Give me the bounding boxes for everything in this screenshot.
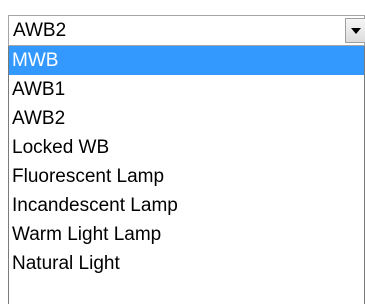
option-incandescent-lamp[interactable]: Incandescent Lamp bbox=[9, 191, 364, 220]
option-natural-light[interactable]: Natural Light bbox=[9, 249, 364, 278]
option-mwb[interactable]: MWB bbox=[9, 46, 364, 75]
dropdown-options-list: MWB AWB1 AWB2 Locked WB Fluorescent Lamp… bbox=[8, 46, 365, 304]
option-fluorescent-lamp[interactable]: Fluorescent Lamp bbox=[9, 162, 364, 191]
option-locked-wb[interactable]: Locked WB bbox=[9, 133, 364, 162]
option-awb1[interactable]: AWB1 bbox=[9, 75, 364, 104]
option-warm-light-lamp[interactable]: Warm Light Lamp bbox=[9, 220, 364, 249]
select-dropdown-button[interactable] bbox=[345, 18, 365, 43]
chevron-down-icon bbox=[351, 28, 361, 34]
select-current-value: AWB2 bbox=[13, 20, 67, 41]
white-balance-select[interactable]: AWB2 bbox=[8, 15, 365, 46]
option-awb2[interactable]: AWB2 bbox=[9, 104, 364, 133]
